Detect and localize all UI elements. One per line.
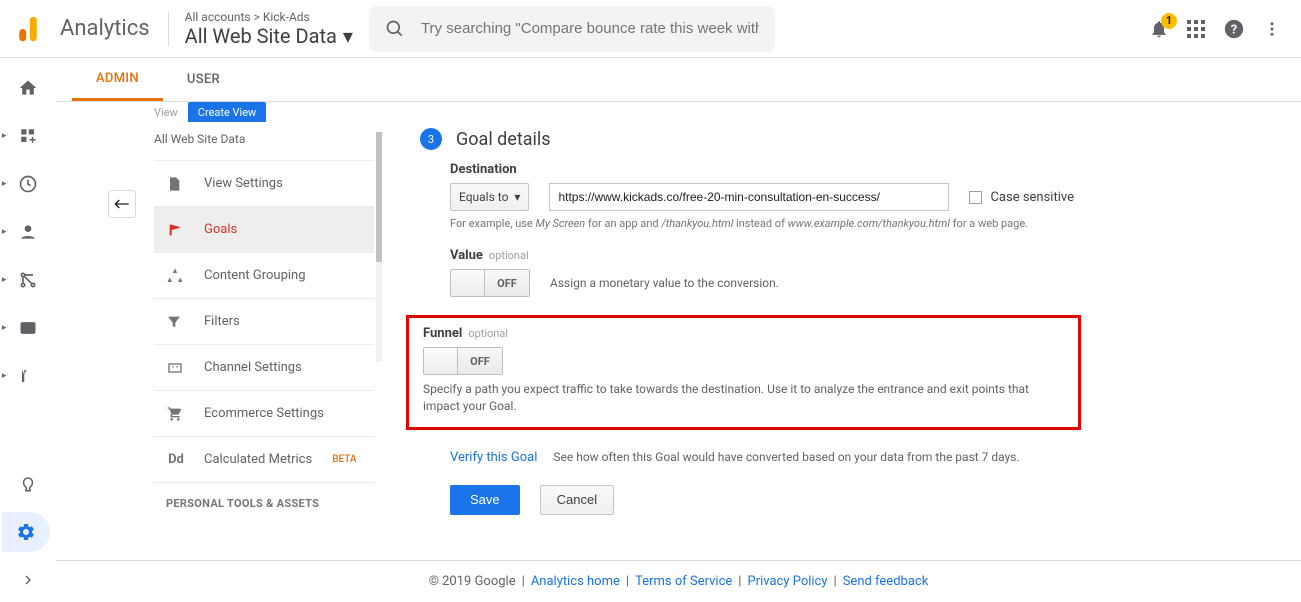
behavior-nav-icon[interactable] — [16, 316, 40, 340]
search-icon — [385, 19, 405, 39]
page-footer: © 2019 Google | Analytics home | Terms o… — [56, 560, 1301, 602]
audience-nav-icon[interactable] — [16, 220, 40, 244]
funnel-label: Funneloptional — [423, 326, 1064, 341]
funnel-icon — [166, 314, 186, 330]
flag-icon — [166, 222, 186, 238]
analytics-logo-icon — [14, 15, 42, 43]
menu-calculated-metrics[interactable]: DdCalculated MetricsBETA — [154, 436, 374, 482]
destination-label: Destination — [450, 162, 1281, 177]
tos-link[interactable]: Terms of Service — [635, 574, 732, 589]
checkbox-icon — [969, 191, 982, 204]
realtime-nav-icon[interactable] — [16, 172, 40, 196]
view-label: View — [154, 106, 178, 119]
search-input[interactable] — [421, 20, 759, 37]
caret-down-icon: ▾ — [514, 190, 520, 204]
funnel-section: Funneloptional OFF Specify a path you ex… — [423, 326, 1064, 415]
help-icon[interactable]: ? — [1223, 18, 1245, 40]
discover-nav-icon[interactable] — [16, 472, 40, 496]
channel-icon — [166, 360, 186, 376]
notifications-button[interactable]: 1 — [1149, 19, 1169, 39]
search-bar[interactable] — [369, 6, 775, 52]
view-header: View Create View — [154, 102, 374, 122]
home-nav-icon[interactable] — [16, 76, 40, 100]
cancel-button[interactable]: Cancel — [540, 485, 614, 515]
admin-sidebar: View Create View All Web Site Data View … — [96, 102, 384, 562]
dd-icon: Dd — [166, 452, 186, 467]
document-icon — [166, 175, 186, 193]
back-button[interactable] — [108, 190, 136, 218]
header-divider — [168, 12, 169, 46]
copyright: © 2019 Google — [429, 574, 516, 589]
toggle-knob — [451, 270, 485, 296]
collapse-nav-icon[interactable] — [16, 568, 40, 592]
back-arrow-icon — [114, 198, 130, 210]
view-menu: View Settings Goals Content Grouping Fil… — [154, 160, 374, 482]
menu-goals[interactable]: Goals — [154, 206, 374, 252]
header-actions: 1 ? — [1149, 18, 1281, 40]
notif-badge: 1 — [1161, 13, 1177, 29]
step-header: 3 Goal details — [420, 128, 1281, 150]
menu-channel-settings[interactable]: Channel Settings — [154, 344, 374, 390]
value-section: Valueoptional OFF Assign a monetary valu… — [450, 248, 1281, 297]
goal-details-panel: 3 Goal details Destination Equals to ▾ C… — [420, 128, 1281, 515]
action-buttons: Save Cancel — [450, 485, 1281, 515]
kebab-menu-icon[interactable] — [1263, 20, 1281, 38]
feedback-link[interactable]: Send feedback — [843, 574, 929, 589]
value-label: Valueoptional — [450, 248, 1281, 263]
app-header: Analytics All accounts > Kick-Ads All We… — [0, 0, 1301, 58]
product-logo[interactable]: Analytics — [14, 15, 150, 43]
create-view-button[interactable]: Create View — [188, 102, 267, 122]
case-sensitive-checkbox[interactable]: Case sensitive — [969, 190, 1074, 205]
verify-goal-link[interactable]: Verify this Goal — [450, 450, 537, 465]
conversions-nav-icon[interactable] — [16, 364, 40, 388]
verify-desc: See how often this Goal would have conve… — [553, 450, 1019, 464]
view-dropdown[interactable]: All Web Site Data ▾ — [185, 24, 353, 48]
funnel-toggle[interactable]: OFF — [423, 347, 503, 375]
save-button[interactable]: Save — [450, 485, 520, 515]
verify-row: Verify this Goal See how often this Goal… — [450, 450, 1281, 465]
step-number-badge: 3 — [420, 128, 442, 150]
menu-section-personal: PERSONAL TOOLS & ASSETS — [154, 482, 374, 516]
match-type-dropdown[interactable]: Equals to ▾ — [450, 183, 529, 211]
destination-hint: For example, use My Screen for an app an… — [450, 217, 1281, 230]
cart-icon — [166, 406, 186, 422]
privacy-link[interactable]: Privacy Policy — [747, 574, 827, 589]
admin-nav-icon[interactable] — [2, 512, 50, 552]
menu-content-grouping[interactable]: Content Grouping — [154, 252, 374, 298]
menu-ecommerce-settings[interactable]: Ecommerce Settings — [154, 390, 374, 436]
breadcrumb: All accounts > Kick-Ads — [185, 10, 353, 24]
menu-filters[interactable]: Filters — [154, 298, 374, 344]
toggle-knob — [424, 348, 458, 374]
grouping-icon — [166, 267, 186, 285]
funnel-highlight-box: Funneloptional OFF Specify a path you ex… — [406, 315, 1081, 430]
caret-down-icon: ▾ — [343, 24, 353, 48]
dataset-name[interactable]: All Web Site Data — [154, 132, 374, 146]
customization-nav-icon[interactable] — [16, 124, 40, 148]
acquisition-nav-icon[interactable] — [16, 268, 40, 292]
destination-url-input[interactable] — [549, 183, 949, 211]
account-selector[interactable]: All accounts > Kick-Ads All Web Site Dat… — [185, 10, 353, 48]
value-toggle[interactable]: OFF — [450, 269, 530, 297]
apps-button[interactable] — [1187, 20, 1205, 38]
tab-admin[interactable]: ADMIN — [72, 58, 163, 101]
analytics-home-link[interactable]: Analytics home — [531, 574, 620, 589]
svg-text:?: ? — [1231, 22, 1237, 37]
funnel-desc: Specify a path you expect traffic to tak… — [423, 381, 1064, 415]
product-name: Analytics — [60, 16, 150, 41]
tab-user[interactable]: USER — [163, 58, 244, 101]
sidebar-scrollbar[interactable] — [376, 132, 382, 362]
view-name: All Web Site Data — [185, 24, 337, 48]
step-title: Goal details — [456, 129, 551, 150]
menu-view-settings[interactable]: View Settings — [154, 160, 374, 206]
nav-rail — [0, 58, 56, 602]
value-desc: Assign a monetary value to the conversio… — [550, 276, 779, 290]
admin-tabs: ADMIN USER — [0, 58, 1301, 102]
beta-badge: BETA — [332, 454, 356, 465]
destination-section: Destination Equals to ▾ Case sensitive F… — [450, 162, 1281, 230]
